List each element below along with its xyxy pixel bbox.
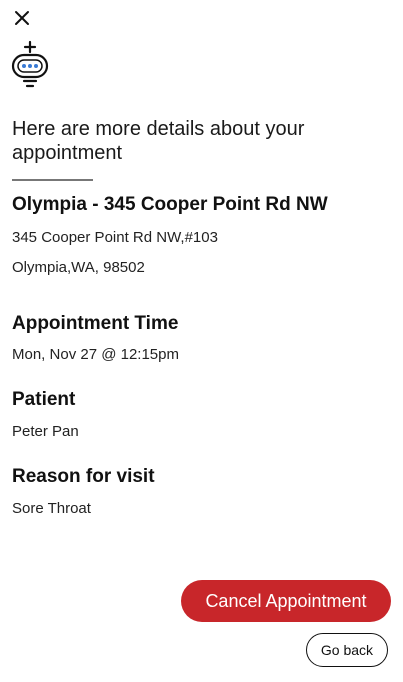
location-name: Olympia - 345 Cooper Point Rd NW [12,194,328,215]
page-title: Here are more details about your appoint… [12,118,305,164]
appointment-time-value: Mon, Nov 27 @ 12:15pm [12,346,179,363]
address-line-1: 345 Cooper Point Rd NW,#103 [12,229,218,246]
close-icon[interactable] [12,8,32,28]
robot-logo-icon [10,40,50,90]
address-line-2: Olympia,WA, 98502 [12,259,145,276]
patient-value: Peter Pan [12,423,79,440]
go-back-button[interactable]: Go back [306,633,388,667]
reason-value: Sore Throat [12,500,91,517]
reason-label: Reason for visit [12,466,155,487]
appointment-time-label: Appointment Time [12,313,179,334]
patient-label: Patient [12,389,76,410]
section-divider [12,179,93,181]
cancel-appointment-button[interactable]: Cancel Appointment [181,580,391,622]
